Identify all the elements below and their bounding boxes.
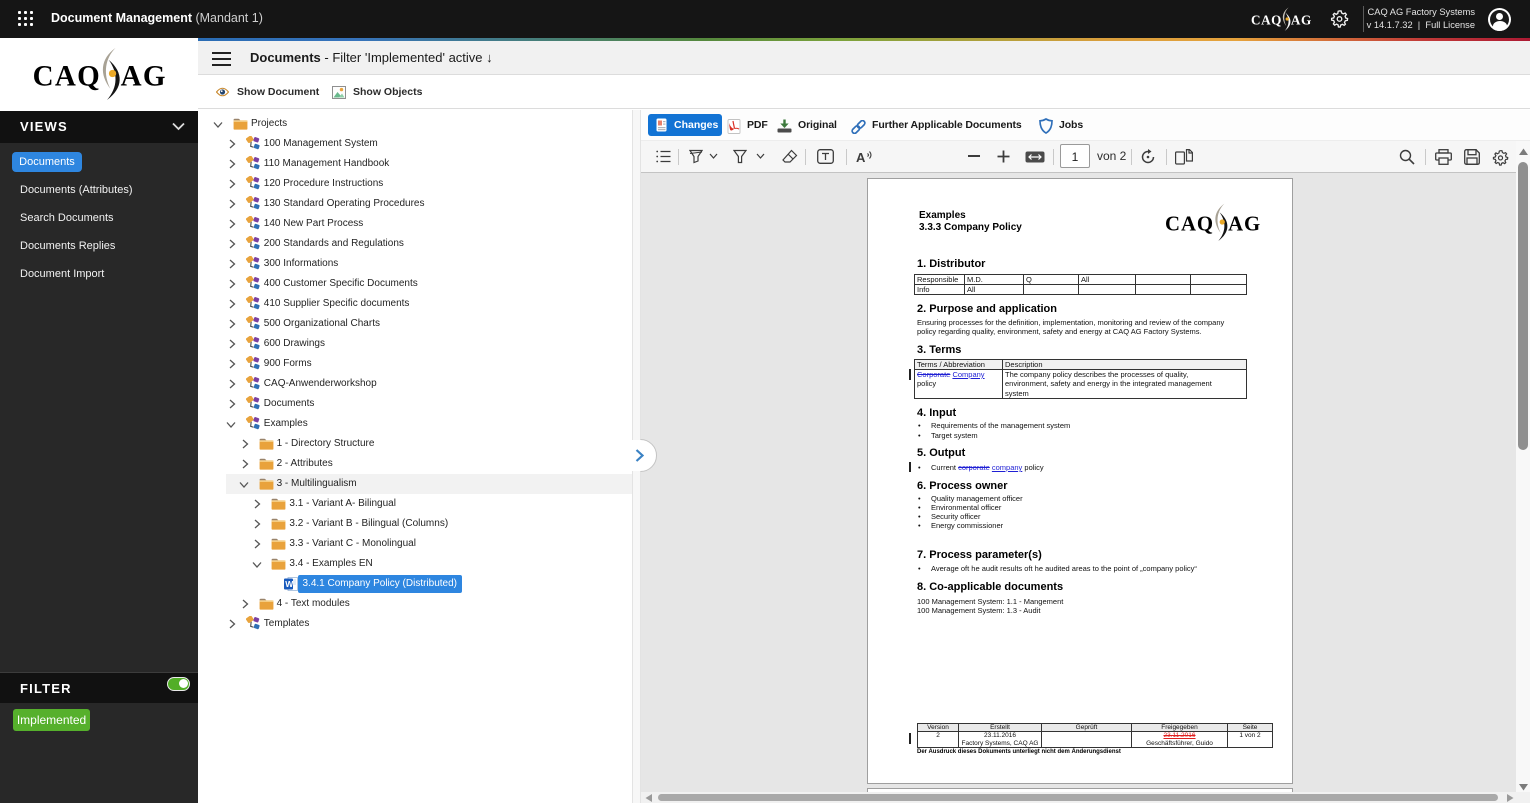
svg-text:A: A bbox=[856, 150, 866, 165]
